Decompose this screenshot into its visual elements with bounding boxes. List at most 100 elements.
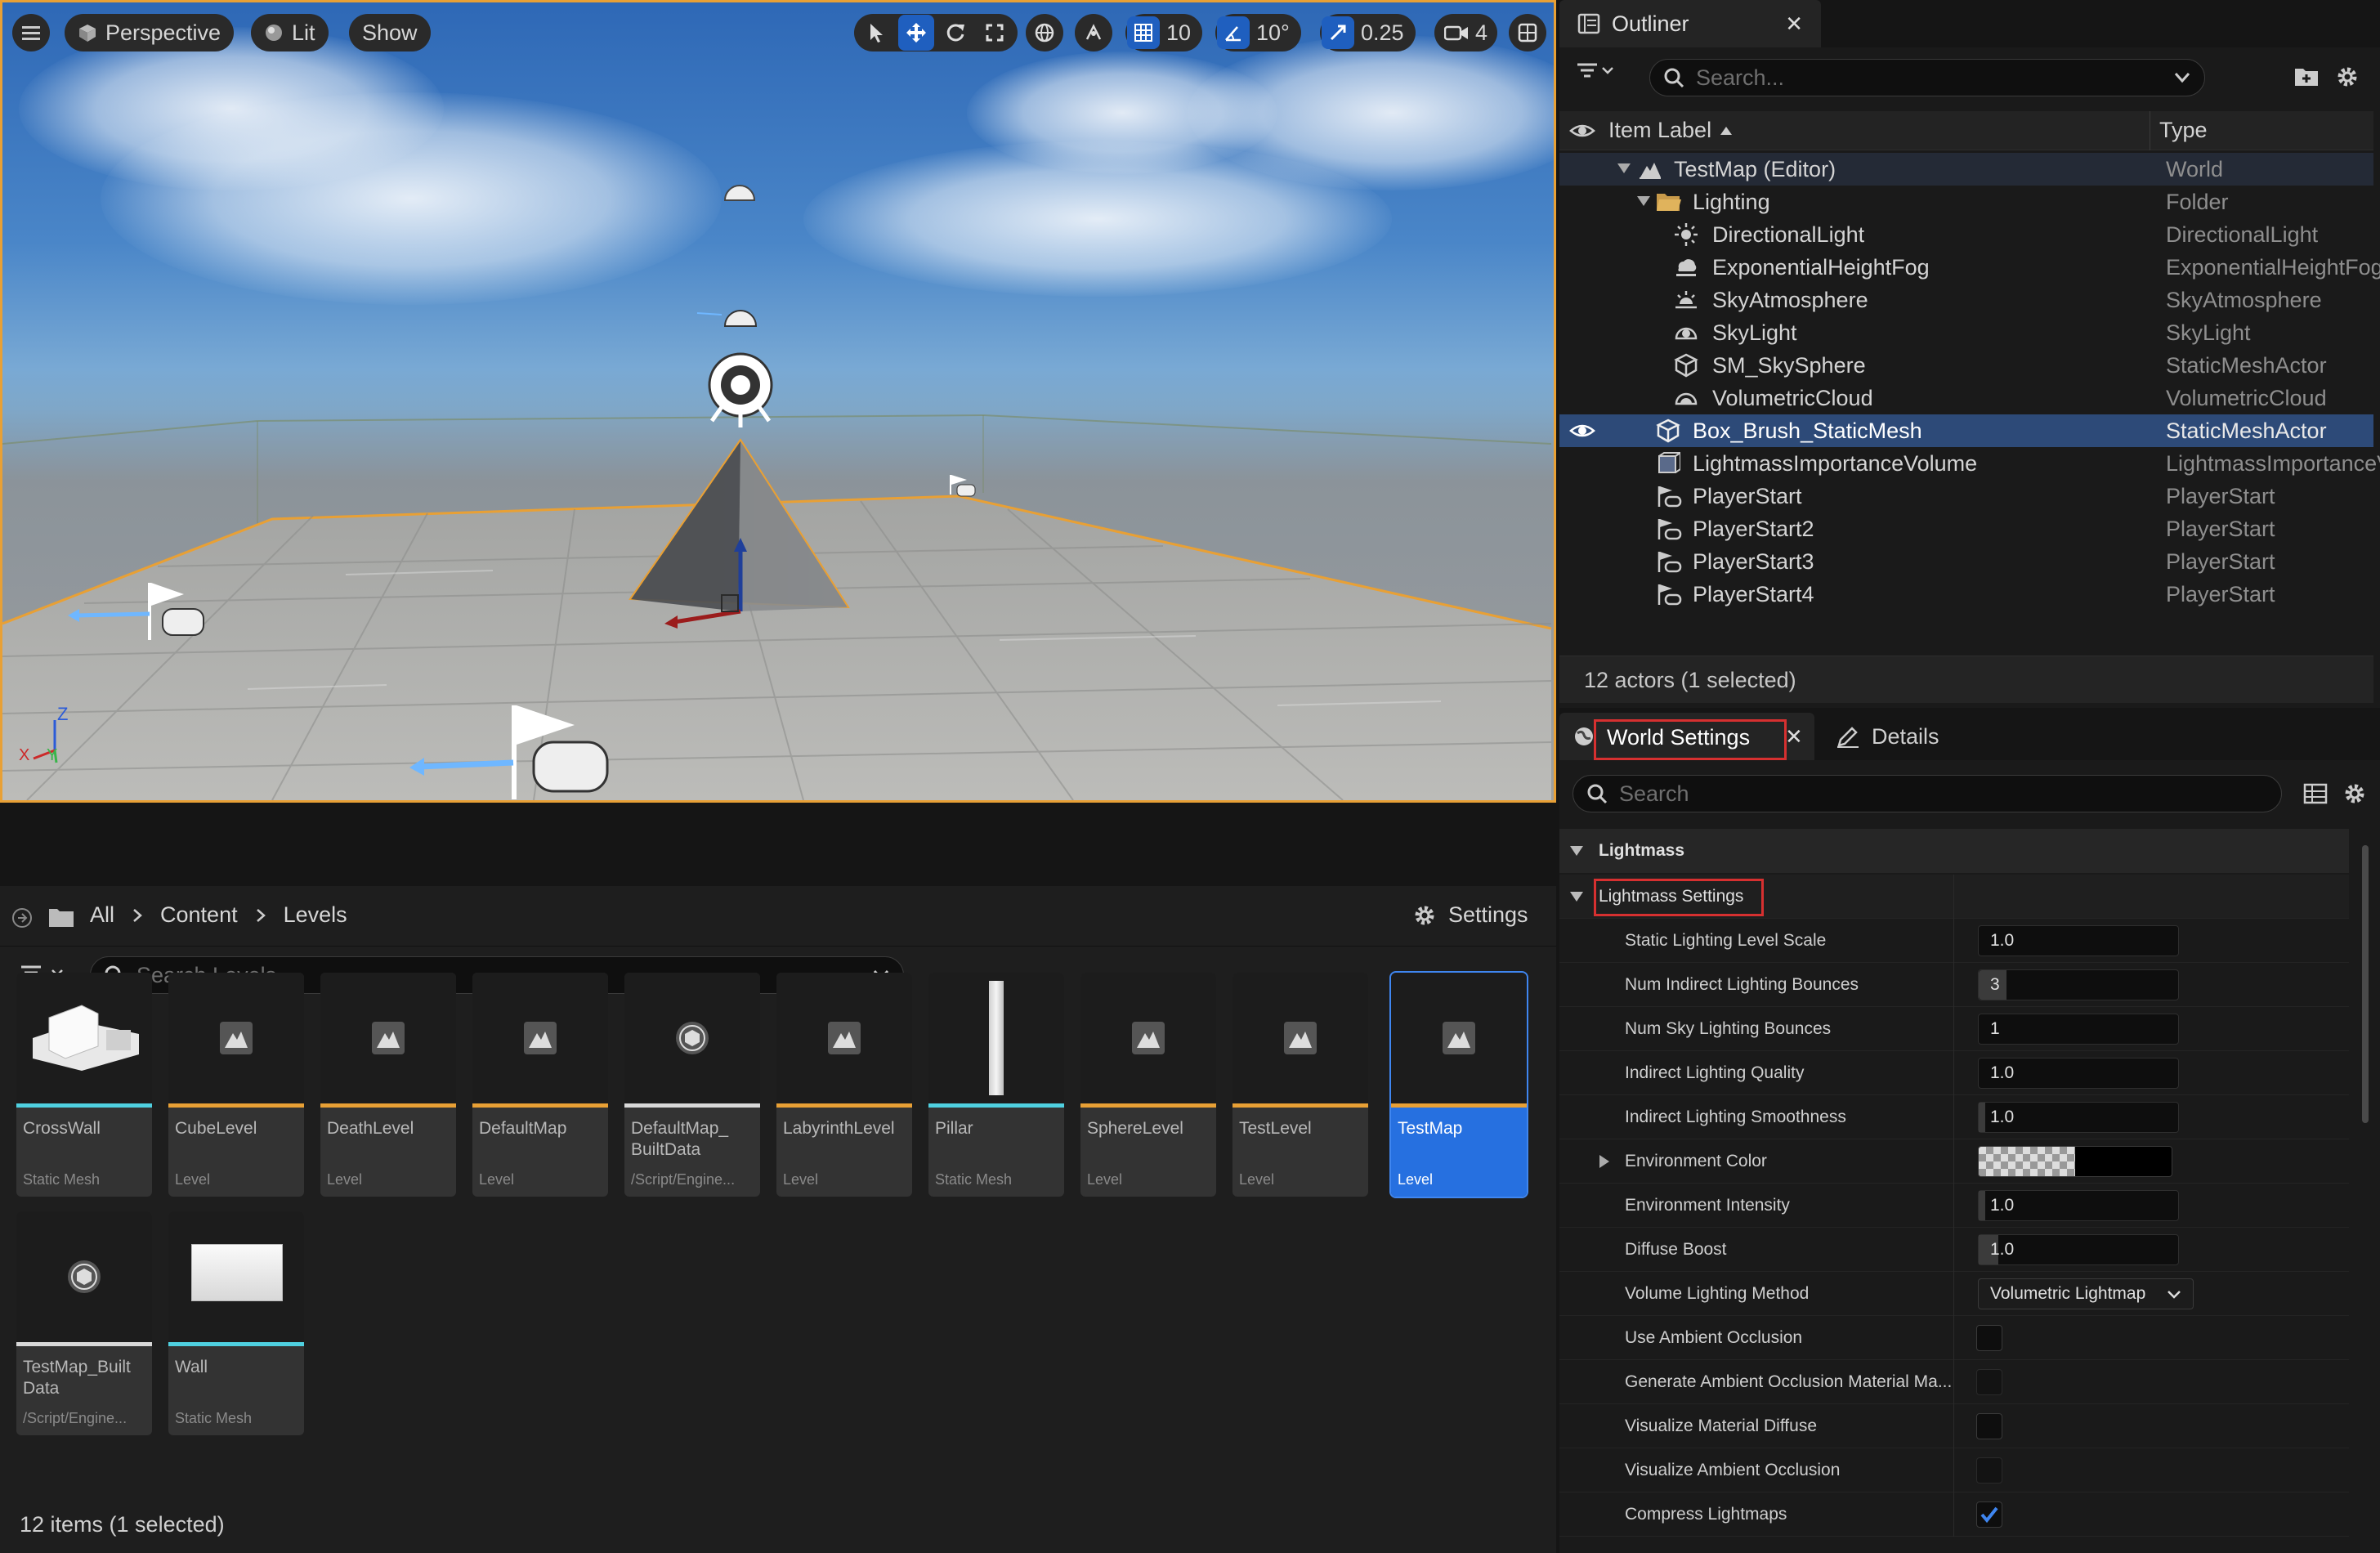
asset-name: Pillar [935, 1119, 973, 1138]
outliner-row-selected[interactable]: Box_Brush_StaticMesh StaticMeshActor [1559, 414, 2373, 447]
scale-snap-toggle[interactable]: 0.25 [1320, 14, 1416, 51]
expand-arrow-icon[interactable] [1599, 1154, 1610, 1169]
breadcrumb-content[interactable]: Content [160, 902, 238, 928]
outliner-settings-button[interactable] [2334, 64, 2360, 90]
tab-outliner[interactable]: Outliner ✕ [1559, 0, 1821, 47]
scale-mode-button[interactable] [977, 15, 1013, 51]
view-mode-button[interactable]: Lit [251, 14, 329, 51]
asset-tile[interactable]: TestLevel Level [1232, 973, 1368, 1197]
indirect-lighting-quality-input[interactable]: 1.0 [1978, 1057, 2179, 1089]
player-start-icon [1658, 519, 1682, 540]
num-indirect-bounces-input[interactable]: 3 [1978, 969, 2179, 1000]
column-item-label[interactable]: Item Label [1608, 118, 1733, 143]
eye-icon[interactable] [1569, 421, 1595, 441]
camera-speed-button[interactable]: 4 [1434, 14, 1498, 51]
outliner-row-type: PlayerStart [2166, 548, 2275, 574]
add-folder-button[interactable] [2293, 64, 2320, 88]
rotation-snap-toggle[interactable]: 10° [1215, 14, 1301, 51]
outliner-row-folder-lighting[interactable]: Lighting Folder [1559, 186, 2373, 218]
property-matrix-button[interactable] [2303, 781, 2328, 806]
environment-color-swatch[interactable] [1978, 1146, 2172, 1177]
asset-tile[interactable]: CubeLevel Level [168, 973, 304, 1197]
lit-label: Lit [292, 20, 315, 45]
visualize-material-diffuse-checkbox[interactable] [1976, 1413, 2002, 1439]
outliner-row[interactable]: SkyAtmosphere SkyAtmosphere [1559, 284, 2373, 316]
collapse-arrow-icon[interactable] [1636, 195, 1651, 207]
outliner-row[interactable]: PlayerStart2 PlayerStart [1559, 512, 2373, 545]
outliner-row[interactable]: PlayerStart3 PlayerStart [1559, 545, 2373, 578]
column-type[interactable]: Type [2159, 118, 2208, 143]
static-lighting-level-scale-input[interactable]: 1.0 [1978, 924, 2179, 956]
tab-details[interactable]: Details [1836, 713, 1939, 760]
translate-mode-button[interactable] [898, 15, 934, 51]
collapse-arrow-icon[interactable] [1617, 163, 1631, 174]
outliner-row-type: PlayerStart [2166, 516, 2275, 541]
content-settings-button[interactable]: Settings [1412, 902, 1528, 928]
rotate-mode-button[interactable] [937, 15, 973, 51]
directional-light-icon [1675, 223, 1698, 246]
grid-snap-toggle[interactable]: 10 [1125, 14, 1203, 51]
details-scrollbar[interactable] [2357, 829, 2373, 1553]
volume-icon [1658, 452, 1680, 473]
outliner-row[interactable]: PlayerStart4 PlayerStart [1559, 578, 2373, 611]
property-row: Volume Lighting Method Volumetric Lightm… [1559, 1272, 2349, 1316]
collapse-arrow-icon [1570, 846, 1583, 856]
outliner-row[interactable]: PlayerStart PlayerStart [1559, 480, 2373, 512]
close-icon[interactable]: ✕ [1785, 11, 1803, 37]
asset-tile[interactable]: Pillar Static Mesh [928, 973, 1064, 1197]
generate-ao-material-mask-checkbox[interactable] [1976, 1369, 2002, 1395]
asset-kind: Static Mesh [23, 1171, 101, 1188]
perspective-button[interactable]: Perspective [65, 14, 235, 51]
select-mode-button[interactable] [859, 15, 895, 51]
compress-lightmaps-checkbox[interactable] [1976, 1502, 2002, 1528]
asset-tile[interactable]: CrossWall Static Mesh [16, 973, 152, 1197]
close-icon[interactable]: ✕ [1785, 724, 1803, 750]
static-mesh-thumbnail [16, 973, 152, 1103]
details-settings-button[interactable] [2342, 781, 2367, 806]
folder-icon[interactable] [47, 906, 75, 929]
visualize-ambient-occlusion-checkbox[interactable] [1976, 1457, 2002, 1484]
show-button[interactable]: Show [349, 14, 431, 51]
eye-icon[interactable] [1569, 121, 1595, 141]
world-local-toggle[interactable] [1026, 14, 1063, 51]
outliner-row-world[interactable]: TestMap (Editor) World [1559, 153, 2373, 186]
outliner-search-input[interactable]: Search... [1649, 59, 2205, 96]
outliner-row[interactable]: ExponentialHeightFog ExponentialHeightFo… [1559, 251, 2380, 284]
volume-lighting-method-dropdown[interactable]: Volumetric Lightmap [1978, 1278, 2194, 1309]
num-sky-bounces-input[interactable]: 1 [1978, 1013, 2179, 1045]
viewport-menu-button[interactable] [12, 14, 50, 51]
outliner-row[interactable]: SM_SkySphere StaticMeshActor [1559, 349, 2373, 382]
environment-intensity-input[interactable]: 1.0 [1978, 1189, 2179, 1221]
indirect-lighting-smoothness-input[interactable]: 1.0 [1978, 1101, 2179, 1133]
asset-tile[interactable]: LabyrinthLevel Level [776, 973, 912, 1197]
details-search-input[interactable]: Search [1572, 775, 2282, 812]
surface-snap-toggle[interactable] [1075, 14, 1112, 51]
level-icon [1284, 1022, 1317, 1054]
outliner-row[interactable]: VolumetricCloud VolumetricCloud [1559, 382, 2373, 414]
chevron-right-icon [256, 908, 266, 922]
history-back-icon[interactable] [11, 907, 33, 929]
asset-tile[interactable]: DeathLevel Level [320, 973, 456, 1197]
viewport-layout-button[interactable] [1509, 14, 1546, 51]
skylight-icon [723, 185, 756, 201]
breadcrumb-levels[interactable]: Levels [284, 902, 347, 928]
asset-tile[interactable]: DefaultMap Level [472, 973, 608, 1197]
asset-tile[interactable]: DefaultMap_ BuiltData /Script/Engine... [624, 973, 760, 1197]
outliner-filter-button[interactable] [1576, 59, 1615, 82]
use-ambient-occlusion-checkbox[interactable] [1976, 1325, 2002, 1351]
checkmark-icon [1980, 1506, 1998, 1524]
outliner-row-label: SkyLight [1712, 320, 1797, 345]
outliner-row-type: StaticMeshActor [2166, 352, 2327, 378]
section-lightmass[interactable]: Lightmass [1559, 829, 2349, 873]
asset-tile[interactable]: TestMap_Built Data /Script/Engine... [16, 1211, 152, 1435]
outliner-row[interactable]: LightmassImportanceVolume LightmassImpor… [1559, 447, 2380, 480]
static-mesh-thumbnail [928, 973, 1064, 1103]
asset-tile[interactable]: SphereLevel Level [1080, 973, 1216, 1197]
breadcrumb-all[interactable]: All [90, 902, 114, 928]
outliner-row[interactable]: SkyLight SkyLight [1559, 316, 2373, 349]
level-viewport[interactable]: Z Y X Perspective Lit Show 10 10° 0.25 4 [0, 0, 1556, 803]
outliner-row[interactable]: DirectionalLight DirectionalLight [1559, 218, 2373, 251]
diffuse-boost-input[interactable]: 1.0 [1978, 1233, 2179, 1265]
asset-tile[interactable]: Wall Static Mesh [168, 1211, 304, 1435]
asset-tile-selected[interactable]: TestMap Level [1389, 971, 1528, 1198]
